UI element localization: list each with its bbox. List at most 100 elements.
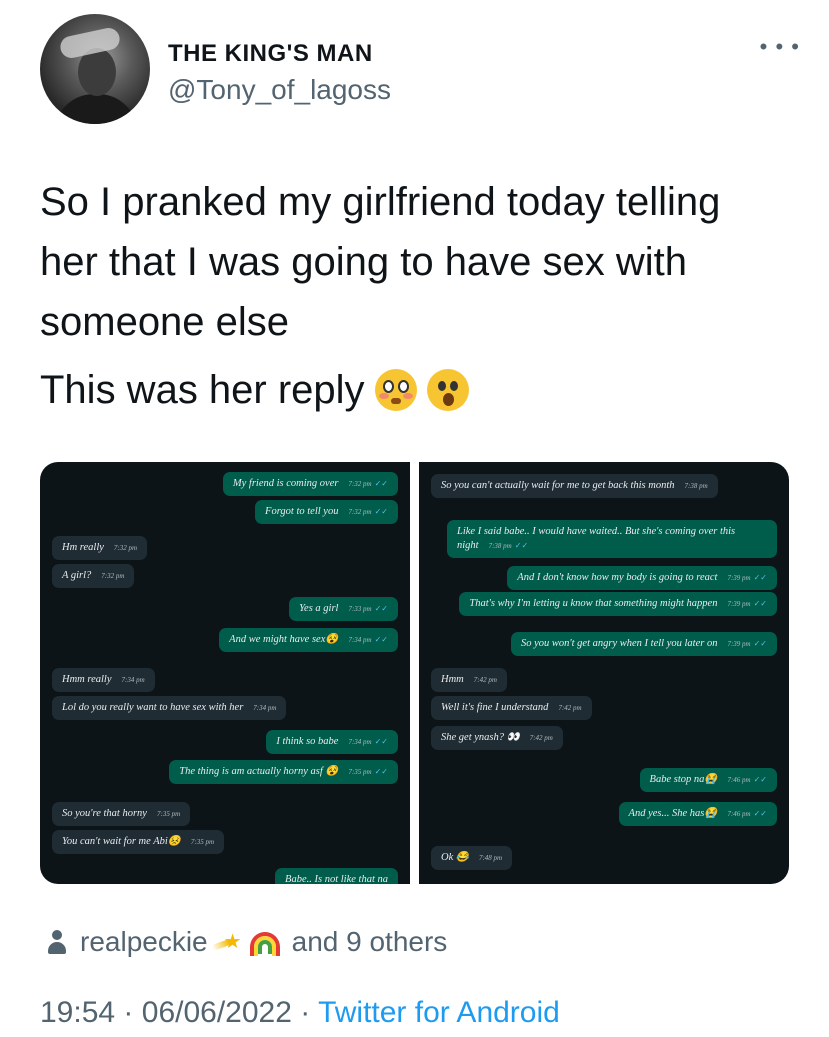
double-check-icon: ✓✓: [374, 479, 388, 488]
chat-message-text: Well it's fine I understand: [441, 702, 549, 713]
chat-message-bubble: Hm really 7:32 pm: [52, 536, 148, 560]
chat-message-bubble: A girl? 7:32 pm: [52, 564, 135, 588]
chat-message-bubble: And yes... She has😭 7:46 pm ✓✓: [618, 802, 777, 826]
chat-message-text: Hmm really: [62, 674, 112, 685]
double-check-icon: ✓✓: [374, 507, 388, 516]
tweet-meta: 19:54 · 06/06/2022 · Twitter for Android: [40, 996, 560, 1030]
liked-by-others[interactable]: and 9 others: [292, 926, 448, 958]
double-check-icon: ✓✓: [753, 775, 767, 784]
chat-message-time: 7:34 pm: [348, 738, 372, 746]
chat-message-bubble: And I don't know how my body is going to…: [507, 566, 777, 590]
chat-message-time: 7:32 pm: [348, 508, 372, 516]
chat-message-time: 7:32 pm: [348, 480, 372, 488]
chat-message-time: 7:35 pm: [348, 768, 372, 776]
chat-message-bubble: You can't wait for me Abi😣 7:35 pm: [52, 830, 225, 854]
double-check-icon: ✓✓: [374, 737, 388, 746]
chat-message-text: The thing is am actually horny asf 😵: [179, 766, 339, 777]
chat-message-text: Hmm: [441, 674, 464, 685]
double-check-icon: ✓✓: [753, 599, 767, 608]
chat-message-time: 7:35 pm: [190, 838, 215, 846]
chat-screenshot-right[interactable]: So you can't actually wait for me to get…: [419, 462, 789, 884]
tweet-date[interactable]: 06/06/2022: [142, 996, 292, 1029]
chat-message-time: 7:32 pm: [113, 544, 138, 552]
tweet-text-line: someone else: [40, 300, 290, 344]
likes-row[interactable]: realpeckie ★ and 9 others: [48, 926, 447, 958]
double-check-icon: ✓✓: [753, 573, 767, 582]
chat-message-time: 7:46 pm: [727, 810, 751, 818]
chat-message-bubble: Like I said babe.. I would have waited..…: [447, 520, 777, 558]
chat-message-bubble: That's why I'm letting u know that somet…: [459, 592, 777, 616]
chat-message-text: She get ynash? 👀: [441, 732, 520, 743]
chat-message-text: A girl?: [62, 570, 92, 581]
chat-message-time: 7:42 pm: [558, 704, 582, 712]
chat-message-text: So you're that horny: [62, 808, 147, 819]
chat-message-bubble: So you're that horny 7:35 pm: [52, 802, 191, 826]
chat-message-time: 7:38 pm: [488, 542, 512, 550]
author-handle[interactable]: @Tony_of_lagoss: [168, 74, 391, 106]
double-check-icon: ✓✓: [753, 809, 767, 818]
flushed-face-emoji-icon: [374, 369, 417, 411]
chat-message-time: 7:39 pm: [727, 640, 751, 648]
double-check-icon: ✓✓: [374, 635, 388, 644]
chat-message-bubble: Hmm really 7:34 pm: [52, 668, 155, 692]
chat-message-bubble: Forgot to tell you 7:32 pm ✓✓: [255, 500, 398, 524]
separator: ·: [300, 996, 311, 1029]
chat-message-time: 7:39 pm: [727, 600, 751, 608]
chat-message-time: 7:35 pm: [156, 810, 181, 818]
chat-message-bubble: And we might have sex😵 7:34 pm ✓✓: [219, 628, 398, 652]
chat-message-bubble: She get ynash? 👀 7:42 pm: [431, 726, 563, 750]
chat-message-text: Lol do you really want to have sex with …: [62, 702, 244, 713]
chat-message-text: So you won't get angry when I tell you l…: [520, 638, 718, 649]
chat-message-bubble: I think so babe 7:34 pm ✓✓: [266, 730, 398, 754]
chat-message-text: I think so babe: [276, 736, 339, 747]
chat-message-text: So you can't actually wait for me to get…: [441, 480, 675, 491]
tweet-time[interactable]: 19:54: [40, 996, 115, 1029]
astonished-face-emoji-icon: [426, 369, 469, 411]
ellipsis-icon[interactable]: • • •: [760, 36, 800, 58]
chat-message-time: 7:42 pm: [529, 734, 553, 742]
double-check-icon: ✓✓: [514, 541, 529, 550]
tweet-text-line: So I pranked my girlfriend today telling: [40, 180, 721, 224]
chat-message-time: 7:34 pm: [253, 704, 277, 712]
tweet-media[interactable]: My friend is coming over 7:32 pm ✓✓ Forgot …: [40, 462, 789, 884]
liked-by-user[interactable]: realpeckie: [80, 926, 208, 958]
chat-message-text: Ok 😂: [441, 852, 469, 863]
chat-message-text: Hm really: [62, 542, 104, 553]
double-check-icon: ✓✓: [753, 639, 767, 648]
chat-message-bubble: Well it's fine I understand 7:42 pm: [431, 696, 592, 720]
chat-message-time: 7:34 pm: [121, 676, 145, 684]
reply-text: This was her reply: [40, 368, 365, 412]
chat-message-text: That's why I'm letting u know that somet…: [469, 598, 718, 609]
chat-message-time: 7:38 pm: [684, 482, 708, 490]
chat-message-time: 7:33 pm: [348, 605, 372, 613]
chat-message-bubble: So you won't get angry when I tell you l…: [510, 632, 777, 656]
chat-message-bubble: Babe stop na😭 7:46 pm ✓✓: [639, 768, 777, 792]
person-icon: [48, 930, 66, 954]
tweet-reply-line: This was her reply: [40, 362, 469, 418]
separator: ·: [123, 996, 134, 1029]
chat-message-time: 7:39 pm: [727, 574, 751, 582]
chat-message-bubble: Ok 😂 7:48 pm: [431, 846, 513, 870]
chat-message-time: 7:42 pm: [473, 676, 497, 684]
tweet-header: THE KING'S MAN @Tony_of_lagoss • • •: [40, 14, 800, 124]
chat-message-text: Yes a girl: [299, 603, 339, 614]
chat-message-bubble: Hmm 7:42 pm: [431, 668, 507, 692]
chat-message-bubble: Lol do you really want to have sex with …: [52, 696, 287, 720]
tweet-text: So I pranked my girlfriend today telling…: [40, 172, 800, 352]
double-check-icon: ✓✓: [374, 604, 388, 613]
author-avatar[interactable]: [40, 14, 150, 124]
chat-message-text: Babe.. Is not like that na: [285, 874, 388, 884]
chat-message-bubble: Babe.. Is not like that na: [275, 868, 398, 884]
chat-message-time: 7:46 pm: [727, 776, 751, 784]
chat-message-bubble: Yes a girl 7:33 pm ✓✓: [289, 597, 398, 621]
chat-message-time: 7:48 pm: [478, 854, 503, 862]
chat-message-text: And I don't know how my body is going to…: [517, 572, 718, 583]
chat-message-text: Forgot to tell you: [265, 506, 339, 517]
chat-message-text: My friend is coming over: [232, 478, 339, 489]
chat-message-time: 7:32 pm: [101, 572, 125, 580]
double-check-icon: ✓✓: [374, 767, 388, 776]
chat-screenshot-left[interactable]: My friend is coming over 7:32 pm ✓✓ Forgot …: [40, 462, 410, 884]
author-display-name[interactable]: THE KING'S MAN: [168, 40, 373, 68]
tweet-source-link[interactable]: Twitter for Android: [318, 996, 560, 1029]
chat-message-text: And we might have sex😵: [229, 634, 339, 645]
